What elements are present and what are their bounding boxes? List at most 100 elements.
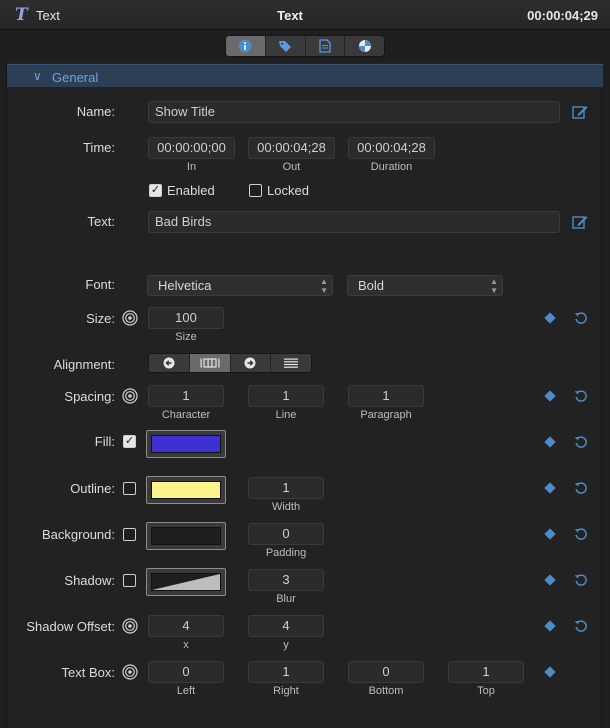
timecode-readout: 00:00:04;29 [527,8,598,23]
align-right-button[interactable] [231,354,272,372]
shadow-offset-x-field[interactable]: 4 [148,615,224,637]
shadow-offset-x-caption: x [183,639,189,651]
spacing-character-caption: Character [161,409,211,421]
background-reset-icon[interactable] [574,527,588,541]
background-padding-field[interactable]: 0 [248,523,324,545]
enabled-checkbox[interactable]: ✓ [149,184,162,197]
arrow-left-icon [163,357,175,369]
size-reset-icon[interactable] [574,311,588,325]
animate-shadow-offset-icon[interactable] [122,618,138,634]
tab-color[interactable] [345,36,384,56]
font-style-value: Bold [358,278,385,293]
font-family-popup[interactable]: Helvetica ▲ ▼ [147,275,333,296]
shadow-checkbox[interactable] [123,574,136,587]
size-caption: Size [175,331,197,343]
chevron-down-icon: ∨ [33,69,42,83]
text-box-bottom-field[interactable]: 0 [348,661,424,683]
justify-icon [284,358,299,368]
alignment-label: Alignment: [53,357,115,372]
spacing-line-field[interactable]: 1 [248,385,324,407]
text-box-left-field[interactable]: 0 [148,661,224,683]
fill-color-well[interactable] [146,430,226,458]
outline-width-caption: Width [271,501,301,513]
text-box-right-caption: Right [273,685,299,697]
time-in-caption: In [186,161,197,173]
text-box-label: Text Box: [61,665,115,680]
outline-checkbox[interactable] [123,482,136,495]
size-field[interactable]: 100 [148,307,224,329]
name-field[interactable]: Show Title [148,101,560,123]
shadow-gradient-well[interactable] [146,568,226,596]
spacing-paragraph-field[interactable]: 1 [348,385,424,407]
font-style-popup[interactable]: Bold ▲ ▼ [347,275,503,296]
shadow-offset-y-caption: y [283,639,289,651]
shadow-blur-field[interactable]: 3 [248,569,324,591]
edit-text-icon[interactable] [572,214,588,230]
fill-color-swatch [151,435,221,453]
text-box-right-field[interactable]: 1 [248,661,324,683]
align-justify-button[interactable] [271,354,311,372]
popup-arrows-icon: ▲ ▼ [490,277,498,295]
spacing-label: Spacing: [64,389,115,404]
spacing-character-field[interactable]: 1 [148,385,224,407]
locked-checkbox[interactable] [249,184,262,197]
text-label: Text: [87,214,115,229]
document-icon [319,39,331,53]
color-wheel-icon [358,40,371,52]
shadow-gradient-swatch [151,573,221,591]
tab-tags[interactable] [266,36,306,56]
time-in-field[interactable]: 00:00:00;00 [148,137,235,159]
spacing-reset-icon[interactable] [574,389,588,403]
section-general-header[interactable]: ∨ General [7,64,603,88]
time-out-caption: Out [282,161,301,173]
enabled-label: Enabled [167,183,215,198]
text-box-left-caption: Left [176,685,196,697]
time-duration-caption: Duration [370,161,413,173]
font-family-value: Helvetica [158,278,212,293]
alignment-segmented-control [148,353,312,373]
align-center-button[interactable] [189,354,231,372]
tab-document[interactable] [306,36,346,56]
section-title: General [52,70,99,85]
tag-icon [279,41,292,52]
time-out-field[interactable]: 00:00:04;28 [248,137,335,159]
arrow-right-icon [244,357,256,369]
background-label: Background: [42,527,115,542]
popup-arrows-icon: ▲ ▼ [320,277,328,295]
background-checkbox[interactable] [123,528,136,541]
time-duration-field[interactable]: 00:00:04;28 [348,137,435,159]
shadow-blur-caption: Blur [276,593,296,605]
animate-size-icon[interactable] [122,310,138,326]
title-bar: T Text Text 00:00:04;29 [0,0,610,30]
shadow-label: Shadow: [64,573,115,588]
text-box-bottom-caption: Bottom [368,685,404,697]
name-label: Name: [76,104,115,119]
shadow-offset-y-field[interactable]: 4 [248,615,324,637]
tab-info[interactable] [226,36,266,56]
align-left-button[interactable] [149,354,190,372]
fill-reset-icon[interactable] [574,435,588,449]
size-label: Size: [86,311,115,326]
outline-reset-icon[interactable] [574,481,588,495]
background-padding-caption: Padding [265,547,307,559]
text-box-top-field[interactable]: 1 [448,661,524,683]
outline-width-field[interactable]: 1 [248,477,324,499]
background-color-well[interactable] [146,522,226,550]
shadow-offset-label: Shadow Offset: [26,619,115,634]
animate-text-box-icon[interactable] [122,664,138,680]
shadow-reset-icon[interactable] [574,573,588,587]
animate-spacing-icon[interactable] [122,388,138,404]
edit-name-icon[interactable] [572,104,588,120]
font-label: Font: [85,277,115,292]
fill-checkbox[interactable]: ✓ [123,435,136,448]
spacing-paragraph-caption: Paragraph [360,409,412,421]
outline-label: Outline: [70,481,115,496]
text-field[interactable]: Bad Birds [148,211,560,233]
time-label: Time: [82,140,115,155]
align-center-icon [200,358,220,368]
outline-color-well[interactable] [146,476,226,504]
spacing-line-caption: Line [275,409,297,421]
outline-color-swatch [151,481,221,499]
shadow-offset-reset-icon[interactable] [574,619,588,633]
info-icon [238,39,252,53]
